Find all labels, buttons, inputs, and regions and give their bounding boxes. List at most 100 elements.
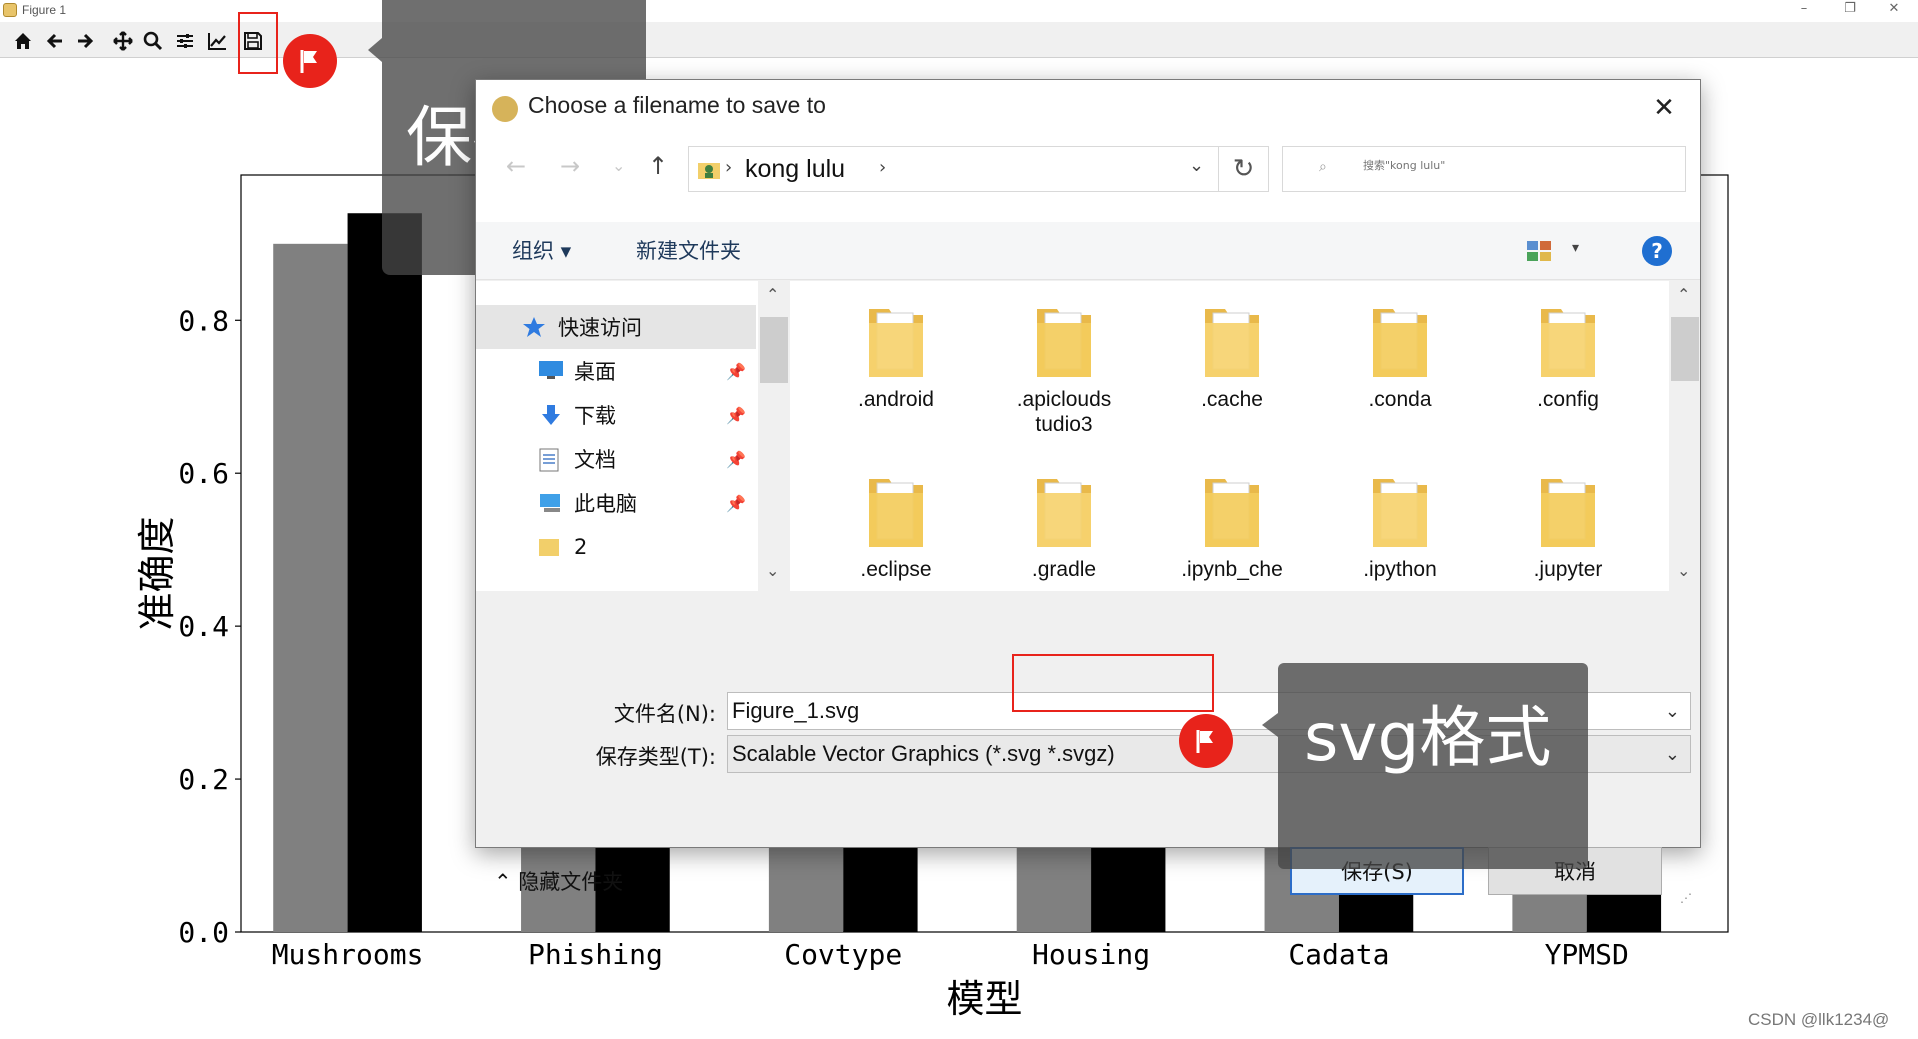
forward-icon[interactable]: [72, 28, 98, 54]
filename-label: 文件名(N):: [613, 702, 716, 726]
restore-button[interactable]: ❐: [1830, 1, 1870, 19]
computer-icon: [538, 492, 564, 514]
chevron-down-icon[interactable]: ⌄: [1665, 736, 1680, 772]
folder-icon: [1035, 473, 1093, 551]
watermark: CSDN @llk1234@: [1748, 1010, 1890, 1029]
file-scrollbar[interactable]: ⌃ ⌄: [1669, 281, 1700, 591]
zoom-icon[interactable]: [140, 28, 166, 54]
save-callout-pointer: [368, 38, 382, 62]
breadcrumb-chevron-icon[interactable]: ›: [879, 157, 886, 178]
folder-icon: [1203, 473, 1261, 551]
x-tick-label: Covtype: [784, 938, 902, 971]
forward-icon[interactable]: →: [560, 152, 580, 180]
nav-item-label: 文档: [574, 448, 616, 472]
address-bar[interactable]: › kong lulu › ⌄: [688, 146, 1219, 192]
folder-icon: [1371, 303, 1429, 381]
file-name: .eclipse: [860, 558, 932, 581]
file-item[interactable]: .gradle: [984, 473, 1144, 582]
x-tick-label: Cadata: [1288, 938, 1389, 971]
file-item[interactable]: .apiclouds tudio3: [984, 303, 1144, 437]
refresh-button[interactable]: ↻: [1219, 146, 1269, 192]
scroll-down-icon[interactable]: ⌄: [766, 561, 779, 580]
nav-item-desktop[interactable]: 桌面 📌: [476, 349, 756, 393]
back-icon[interactable]: ←: [506, 152, 526, 180]
window-titlebar: Figure 1 – ❐ ✕: [0, 0, 1918, 22]
nav-item-this-pc[interactable]: 此电脑 📌: [476, 481, 756, 525]
view-dropdown-icon[interactable]: ▾: [1572, 240, 1579, 256]
file-name: .gradle: [1031, 558, 1097, 581]
file-item[interactable]: .eclipse: [816, 473, 976, 582]
pan-icon[interactable]: [110, 28, 136, 54]
file-scroll-thumb[interactable]: [1671, 317, 1699, 381]
breadcrumb-kong-lulu[interactable]: kong lulu: [745, 155, 845, 184]
nav-item-label: 快速访问: [558, 316, 642, 340]
nav-item-downloads[interactable]: 下载 📌: [476, 393, 756, 437]
file-name: .cache: [1201, 388, 1263, 411]
y-tick-label: 0.2: [178, 763, 229, 796]
nav-item-label: 下载: [574, 404, 616, 428]
pin-icon[interactable]: 📌: [726, 450, 746, 469]
home-icon[interactable]: [10, 28, 36, 54]
view-options-icon[interactable]: [1526, 240, 1554, 262]
resize-grip-icon[interactable]: ⋰: [1680, 891, 1692, 905]
file-item[interactable]: .config: [1488, 303, 1648, 412]
file-name: .conda: [1368, 388, 1432, 411]
filetype-highlight: [1012, 654, 1214, 712]
nav-scrollbar[interactable]: ⌃ ⌄: [758, 281, 790, 591]
filename-value: Figure_1.svg: [732, 698, 860, 723]
x-tick-label: Mushrooms: [272, 938, 424, 971]
hide-folders-toggle[interactable]: ⌃ 隐藏文件夹: [494, 866, 623, 896]
file-item[interactable]: .ipython: [1320, 473, 1480, 582]
chevron-down-icon[interactable]: ⌄: [1665, 693, 1680, 729]
breadcrumb-separator-icon: ›: [725, 157, 733, 178]
nav-item-documents[interactable]: 文档 📌: [476, 437, 756, 481]
desktop-icon: [538, 360, 564, 382]
folder-icon: [1539, 303, 1597, 381]
format-callout-text: svg格式: [1304, 699, 1552, 776]
file-item[interactable]: .cache: [1152, 303, 1312, 412]
nav-item-2[interactable]: 2: [476, 525, 756, 569]
nav-item-quick-access[interactable]: 快速访问: [476, 305, 756, 349]
file-name: .ipython: [1363, 558, 1437, 581]
configure-icon[interactable]: [172, 28, 198, 54]
star-icon: [522, 316, 548, 338]
search-box[interactable]: ⌕: [1282, 146, 1686, 192]
nav-item-label: 桌面: [574, 360, 616, 384]
up-folder-icon[interactable]: ↑: [648, 152, 668, 180]
back-icon[interactable]: [42, 28, 68, 54]
organize-menu[interactable]: 组织 ▾: [512, 222, 571, 280]
format-callout-pointer: [1262, 713, 1278, 737]
recent-locations-icon[interactable]: ⌄: [612, 156, 625, 175]
file-item[interactable]: .conda: [1320, 303, 1480, 412]
dialog-close-button[interactable]: ✕: [1644, 88, 1684, 128]
scroll-down-icon[interactable]: ⌄: [1677, 561, 1690, 580]
filetype-label: 保存类型(T):: [595, 745, 716, 769]
search-icon: ⌕: [1319, 159, 1327, 175]
scroll-up-icon[interactable]: ⌃: [1677, 285, 1690, 304]
pin-icon[interactable]: 📌: [726, 494, 746, 513]
new-folder-button[interactable]: 新建文件夹: [636, 222, 741, 280]
nav-scroll-thumb[interactable]: [760, 317, 788, 383]
file-name: .config: [1537, 388, 1599, 411]
minimize-button[interactable]: –: [1784, 1, 1824, 19]
scroll-up-icon[interactable]: ⌃: [766, 285, 779, 304]
address-dropdown-icon[interactable]: ⌄: [1189, 155, 1204, 176]
pin-icon[interactable]: 📌: [726, 362, 746, 381]
edit-curves-icon[interactable]: [204, 28, 230, 54]
file-item[interactable]: .android: [816, 303, 976, 412]
hide-folders-label: 隐藏文件夹: [518, 870, 624, 894]
pin-icon[interactable]: 📌: [726, 406, 746, 425]
bar: [347, 213, 422, 933]
close-window-button[interactable]: ✕: [1874, 1, 1914, 19]
folder-icon: [1035, 303, 1093, 381]
x-tick-label: Housing: [1032, 938, 1150, 971]
folder-icon: [538, 536, 564, 558]
search-input[interactable]: [1363, 159, 1663, 172]
help-icon[interactable]: ?: [1642, 236, 1672, 266]
file-item[interactable]: .jupyter: [1488, 473, 1648, 582]
file-name: .ipynb_che: [1181, 558, 1283, 581]
file-list: .android .apiclouds tudio3 .cache .conda .con…: [796, 281, 1669, 591]
nav-item-label: 2: [574, 535, 588, 559]
folder-icon: [1539, 473, 1597, 551]
file-item[interactable]: .ipynb_che: [1152, 473, 1312, 582]
